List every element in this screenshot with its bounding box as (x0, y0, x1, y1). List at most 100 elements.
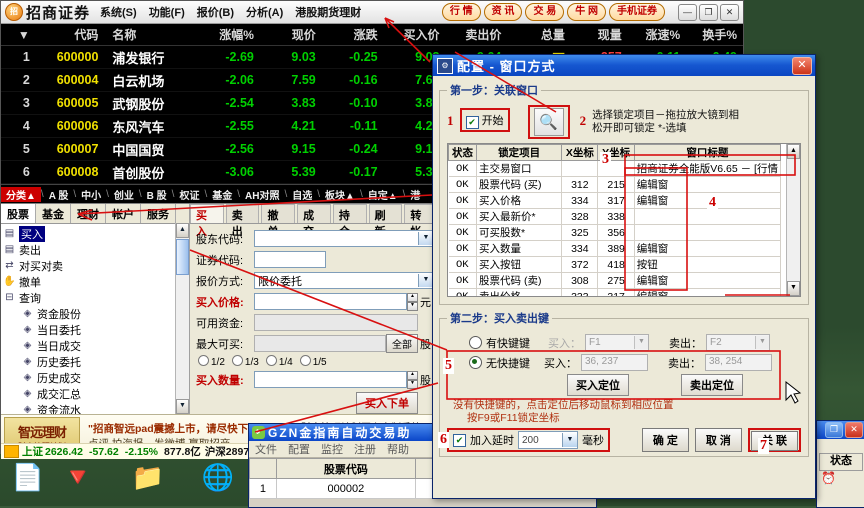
buy-submit-button[interactable]: 买入下单 (356, 392, 418, 414)
nav-item-4[interactable]: ⊟ 查询 (3, 290, 189, 306)
field-buy-price[interactable]: 买入价格: ▲ ▼ 元 (196, 292, 434, 311)
status-close-icon[interactable]: ✕ (845, 422, 863, 438)
menu-hk-futures[interactable]: 港股期货理财 (295, 4, 361, 20)
order-tab-4[interactable]: 持仓 (332, 204, 367, 238)
col-dropdown-icon[interactable]: ▼ (1, 28, 36, 42)
col-name[interactable]: 名称 (104, 26, 193, 43)
scroll-up-icon[interactable]: ▲ (176, 223, 189, 238)
field-security-code[interactable]: 证券代码: (196, 250, 434, 269)
category-tab-10[interactable]: 自定▲ (363, 187, 403, 202)
cancel-button[interactable]: 取 消 (694, 428, 742, 452)
nav-item-0[interactable]: ▤ 买入 (3, 226, 189, 242)
desktop-icon-red-app[interactable]: 🔻 (58, 462, 98, 492)
lock-table-row[interactable]: OK 买入价格 334 317 编辑窗 (448, 192, 782, 209)
lock-table-row[interactable]: OK 卖出价格 333 317 编辑窗 (448, 288, 782, 296)
lock-col-2[interactable]: X坐标 (561, 144, 599, 161)
hotkey-buy-combo[interactable]: F1 ▼ (585, 334, 649, 351)
fraction-radio-3[interactable]: 1/5 (299, 355, 327, 368)
gzn-col-1[interactable]: 股票代码 (275, 458, 416, 479)
config-dialog-titlebar[interactable]: ⚙ 配置 - 窗口方式 ✕ (433, 55, 815, 76)
category-tab-0[interactable]: 分类▲ (1, 186, 41, 202)
col-speed[interactable]: 涨速% (628, 26, 686, 43)
maximize-icon[interactable]: ❐ (699, 4, 718, 21)
radio-icon[interactable] (265, 355, 277, 366)
nav-item-8[interactable]: ◈ 历史委托 (3, 354, 189, 370)
left-tab-2[interactable]: 理财 (71, 204, 106, 223)
delay-combo[interactable]: 200 ▼ (518, 431, 578, 449)
gzn-menu-help[interactable]: 帮助 (387, 441, 409, 457)
btn-news[interactable]: 资 讯 (483, 3, 523, 21)
gzn-menu-config[interactable]: 配置 (288, 441, 310, 457)
buy-price-input[interactable] (254, 293, 407, 310)
order-tab-1[interactable]: 卖出 (225, 204, 260, 238)
menu-system[interactable]: 系统(S) (100, 4, 137, 20)
category-tab-5[interactable]: 权证 (174, 187, 204, 202)
desktop-icon-folder[interactable]: 📁 (128, 462, 168, 492)
category-tab-7[interactable]: AH对照 (240, 187, 284, 202)
minimize-icon[interactable]: — (678, 4, 697, 21)
nohotkey-option-row[interactable]: 无快捷键 买入： 36, 237 卖出： 38, 254 (447, 354, 801, 371)
top-right-buttons[interactable]: 行 情 资 讯 交 易 牛 网 手机证券 (441, 3, 665, 21)
grid-scroll-up-icon[interactable]: ▲ (787, 144, 800, 159)
nav-item-9[interactable]: ◈ 历史成交 (3, 370, 189, 386)
col-price[interactable]: 现价 (260, 26, 322, 43)
desktop-icon-ie[interactable]: 🌐 (198, 462, 238, 492)
nav-item-1[interactable]: ▤ 卖出 (3, 242, 189, 258)
window-controls[interactable]: — ❐ ✕ (678, 4, 739, 21)
category-tab-4[interactable]: B 股 (142, 187, 172, 202)
max-buy-all-button[interactable]: 全部 (386, 334, 418, 353)
left-tab-1[interactable]: 基金 (36, 204, 71, 223)
chevron-down-icon[interactable]: ▼ (418, 274, 433, 287)
gzn-menu-file[interactable]: 文件 (255, 441, 277, 457)
scroll-thumb[interactable] (176, 239, 189, 275)
left-tab-4[interactable]: 服务 (141, 204, 176, 223)
col-change-pct[interactable]: 涨幅% (193, 26, 260, 43)
gzn-menu-register[interactable]: 注册 (354, 441, 376, 457)
desktop-icon-notepad[interactable]: 📄 (8, 462, 48, 492)
field-order-type[interactable]: 报价方式: 限价委托 ▼ (196, 271, 434, 290)
lock-table-row[interactable]: OK 买入最新价* 328 338 (448, 208, 782, 225)
order-tab-5[interactable]: 刷新 (368, 204, 403, 238)
chevron-down-icon[interactable]: ▼ (755, 336, 769, 349)
category-tab-3[interactable]: 创业 (109, 187, 139, 202)
chevron-down-icon[interactable]: ▼ (418, 232, 433, 245)
btn-trade[interactable]: 交 易 (525, 3, 565, 21)
config-window-mode-dialog[interactable]: ⚙ 配置 - 窗口方式 ✕ 第一步：关联窗口 1 ✔ 开始 🔍 2 选择锁定项目… (432, 54, 816, 499)
lock-table-row[interactable]: OK 可买股数* 325 356 (448, 224, 782, 241)
category-tab-1[interactable]: A 股 (44, 187, 74, 202)
lock-col-4[interactable]: 窗口标题 (633, 144, 782, 161)
category-tab-2[interactable]: 中小 (76, 187, 106, 202)
close-icon[interactable]: ✕ (720, 4, 739, 21)
left-nav-tabs[interactable]: 股票 基金 理财 帐户 服务 (1, 204, 189, 224)
close-icon[interactable]: ✕ (792, 56, 812, 75)
category-tab-9[interactable]: 板块▲ (320, 187, 360, 202)
delay-box[interactable]: ✔ 加入延时 200 ▼ 毫秒 (453, 431, 604, 449)
fraction-radio-2[interactable]: 1/4 (265, 355, 293, 368)
lock-table-row[interactable]: OK 主交易窗口 招商证券全能版V6.65 － [行情 (448, 160, 782, 177)
field-holder-code[interactable]: 股东代码: ▼ (196, 229, 434, 248)
field-buy-qty[interactable]: 买入数量: ▲ ▼ 股 (196, 370, 434, 389)
menu-analysis[interactable]: 分析(A) (246, 4, 283, 20)
fraction-radio-group[interactable]: 1/2 1/3 1/4 1/5 (198, 355, 434, 368)
lock-col-0[interactable]: 状态 (448, 144, 478, 161)
left-tab-0[interactable]: 股票 (1, 204, 36, 223)
scroll-down-icon[interactable]: ▼ (176, 399, 189, 414)
lock-items-grid[interactable]: 状态 锁定项目 X坐标 Y坐标 窗口标题 OK 主交易窗口 招商证券全能版V6.65 － [… (447, 143, 801, 297)
left-tab-3[interactable]: 帐户 (106, 204, 141, 223)
col-code[interactable]: 代码 (36, 26, 105, 43)
menu-quote[interactable]: 报价(B) (197, 4, 234, 20)
radio-no-hotkey[interactable] (469, 356, 482, 369)
nohotkey-sell-coord[interactable]: 38, 254 (705, 354, 772, 371)
category-tab-11[interactable]: 港 (405, 187, 425, 202)
nav-item-2[interactable]: ⇄ 对买对卖 (3, 258, 189, 274)
buy-price-stepper[interactable]: ▲ ▼ (407, 292, 418, 311)
buy-locate-button[interactable]: 买入定位 (567, 374, 629, 396)
btn-niuwang[interactable]: 牛 网 (567, 3, 606, 21)
start-checkbox-row[interactable]: ✔ 开始 (465, 115, 504, 129)
lock-col-1[interactable]: 锁定项目 (476, 144, 563, 161)
col-bid[interactable]: 买入价 (384, 26, 446, 43)
lock-table-row[interactable]: OK 股票代码 (卖) 308 275 编辑窗 (448, 272, 782, 289)
category-tab-8[interactable]: 自选 (287, 187, 317, 202)
ok-button[interactable]: 确 定 (641, 428, 689, 452)
checkbox-icon[interactable]: ✔ (465, 116, 479, 129)
